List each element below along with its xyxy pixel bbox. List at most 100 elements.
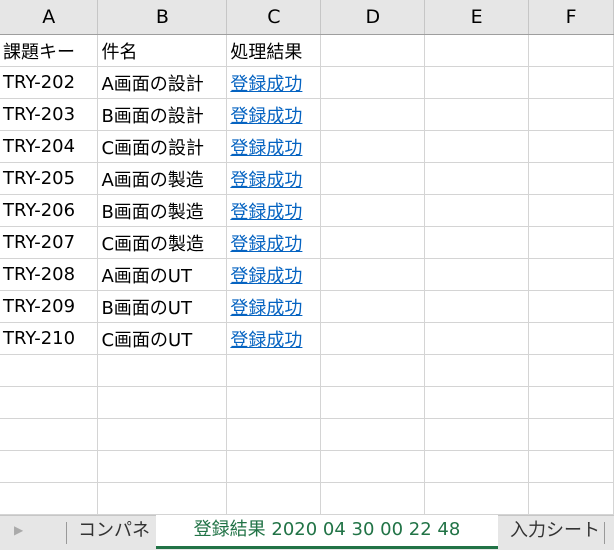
cell-f4[interactable] [528,130,614,163]
cell-e8[interactable] [424,258,530,291]
cell-a7[interactable]: TRY-207 [0,226,99,259]
result-link[interactable]: 登録成功 [230,138,302,159]
cell-e2[interactable] [424,66,530,99]
cell-f9[interactable] [528,290,614,323]
cell-f12[interactable] [528,386,614,419]
scroll-tabs-left-icon[interactable]: ▶ [14,523,23,537]
result-link[interactable]: 登録成功 [230,170,302,191]
cell-f6[interactable] [528,194,614,227]
cell-d5[interactable] [320,162,426,195]
cell-b6[interactable]: B画面の製造 [97,194,228,227]
column-header-c[interactable]: C [226,0,322,35]
cell-b4[interactable]: C画面の設計 [97,130,228,163]
column-header-d[interactable]: D [320,0,426,35]
cell-d14[interactable] [320,450,426,483]
result-link[interactable]: 登録成功 [230,106,302,127]
cell-f5[interactable] [528,162,614,195]
cell-a15[interactable] [0,482,99,515]
cell-b12[interactable] [97,386,228,419]
sheet-tab-results[interactable]: 登録結果 2020 04 30 00 22 48 [156,515,498,549]
cell-b1[interactable]: 件名 [97,34,228,67]
column-header-f[interactable]: F [528,0,614,35]
cell-c14[interactable] [226,450,322,483]
cell-d7[interactable] [320,226,426,259]
cell-b2[interactable]: A画面の設計 [97,66,228,99]
cell-e11[interactable] [424,354,530,387]
cell-c3[interactable]: 登録成功 [226,98,322,131]
cell-e6[interactable] [424,194,530,227]
cell-d2[interactable] [320,66,426,99]
cell-b3[interactable]: B画面の設計 [97,98,228,131]
column-header-b[interactable]: B [97,0,228,35]
cell-c11[interactable] [226,354,322,387]
cell-d10[interactable] [320,322,426,355]
cell-e1[interactable] [424,34,530,67]
cell-a6[interactable]: TRY-206 [0,194,99,227]
cell-b13[interactable] [97,418,228,451]
cell-f7[interactable] [528,226,614,259]
cell-c6[interactable]: 登録成功 [226,194,322,227]
cell-d8[interactable] [320,258,426,291]
cell-f3[interactable] [528,98,614,131]
cell-e3[interactable] [424,98,530,131]
cell-b15[interactable] [97,482,228,515]
cell-b11[interactable] [97,354,228,387]
cell-a11[interactable] [0,354,99,387]
cell-a9[interactable]: TRY-209 [0,290,99,323]
cell-d1[interactable] [320,34,426,67]
cell-e10[interactable] [424,322,530,355]
cell-b8[interactable]: A画面のUT [97,258,228,291]
cell-d13[interactable] [320,418,426,451]
cell-d15[interactable] [320,482,426,515]
cell-f1[interactable] [528,34,614,67]
cell-e15[interactable] [424,482,530,515]
result-link[interactable]: 登録成功 [230,202,302,223]
cell-a10[interactable]: TRY-210 [0,322,99,355]
cell-c10[interactable]: 登録成功 [226,322,322,355]
cell-d11[interactable] [320,354,426,387]
result-link[interactable]: 登録成功 [230,330,302,351]
cell-a12[interactable] [0,386,99,419]
cell-a14[interactable] [0,450,99,483]
cell-f2[interactable] [528,66,614,99]
cell-a1[interactable]: 課題キー [0,34,99,67]
cell-c1[interactable]: 処理結果 [226,34,322,67]
column-header-a[interactable]: A [0,0,99,35]
cell-a4[interactable]: TRY-204 [0,130,99,163]
cell-f15[interactable] [528,482,614,515]
cell-b5[interactable]: A画面の製造 [97,162,228,195]
cell-e9[interactable] [424,290,530,323]
sheet-tab-konpane[interactable]: コンパネ [78,516,154,546]
cell-a13[interactable] [0,418,99,451]
cell-c5[interactable]: 登録成功 [226,162,322,195]
cell-d3[interactable] [320,98,426,131]
cell-c12[interactable] [226,386,322,419]
cell-c7[interactable]: 登録成功 [226,226,322,259]
cell-b9[interactable]: B画面のUT [97,290,228,323]
cell-d6[interactable] [320,194,426,227]
cell-e14[interactable] [424,450,530,483]
cell-c9[interactable]: 登録成功 [226,290,322,323]
cell-f8[interactable] [528,258,614,291]
cell-f14[interactable] [528,450,614,483]
cell-c15[interactable] [226,482,322,515]
cell-e5[interactable] [424,162,530,195]
cell-f10[interactable] [528,322,614,355]
cell-c4[interactable]: 登録成功 [226,130,322,163]
cell-f11[interactable] [528,354,614,387]
cell-e12[interactable] [424,386,530,419]
cell-e7[interactable] [424,226,530,259]
column-header-e[interactable]: E [424,0,530,35]
cell-a8[interactable]: TRY-208 [0,258,99,291]
result-link[interactable]: 登録成功 [230,74,302,95]
cell-c2[interactable]: 登録成功 [226,66,322,99]
cell-a2[interactable]: TRY-202 [0,66,99,99]
cell-f13[interactable] [528,418,614,451]
cell-e13[interactable] [424,418,530,451]
cell-d9[interactable] [320,290,426,323]
cell-b7[interactable]: C画面の製造 [97,226,228,259]
result-link[interactable]: 登録成功 [230,234,302,255]
cell-e4[interactable] [424,130,530,163]
cell-c8[interactable]: 登録成功 [226,258,322,291]
cell-c13[interactable] [226,418,322,451]
